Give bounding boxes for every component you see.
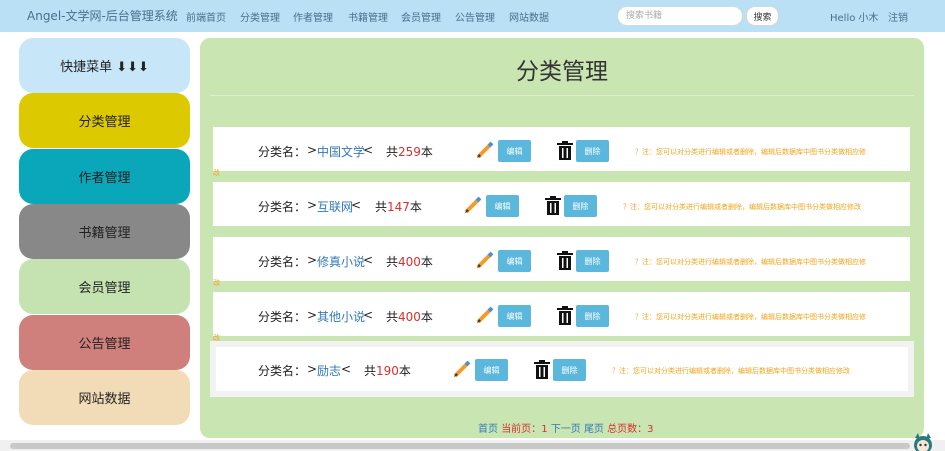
sidebar-item-label: 分类管理 (78, 115, 131, 130)
prefix-symbol: > (307, 198, 318, 212)
delete-button[interactable]: 删除 (576, 250, 609, 272)
edit-button[interactable]: 编辑 (498, 305, 531, 327)
book-count: 共400本 (386, 255, 433, 269)
prefix-symbol: > (307, 143, 318, 157)
trash-icon[interactable] (556, 251, 574, 270)
sidebar-item-label: 快捷菜单 ⬇⬇⬇ (60, 60, 149, 75)
delete-button[interactable]: 删除 (564, 195, 597, 217)
sidebar-item-label: 网站数据 (78, 392, 131, 407)
nav-link-category[interactable]: 分类管理 (240, 9, 280, 24)
edit-button[interactable]: 编辑 (498, 250, 531, 272)
sidebar-item-label: 公告管理 (78, 337, 131, 352)
trash-icon[interactable] (556, 306, 574, 325)
pencil-icon (464, 196, 482, 214)
pager-next[interactable]: 下一页 (551, 424, 581, 435)
delete-button[interactable]: 删除 (553, 359, 586, 381)
delete-button[interactable]: 删除 (576, 305, 609, 327)
logout-link[interactable]: 注销 (888, 9, 908, 24)
suffix-symbol: < (363, 253, 374, 267)
search-input[interactable] (617, 6, 743, 26)
edit-button[interactable]: 编辑 (475, 359, 508, 381)
note-text: ？注：您可以对分类进行编辑或者删除，编辑后数据库中图书分类做相应修 (635, 148, 866, 156)
sidebar-item-label: 会员管理 (78, 281, 131, 296)
pager-last[interactable]: 尾页 (584, 424, 604, 435)
prefix-symbol: > (307, 362, 318, 376)
category-row-hover: 分类名： > 励志 < 共190本 编辑 删除 ？注：您可以对分类进行编辑或者删… (210, 341, 914, 397)
nav-link-frontend-home[interactable]: 前端首页 (186, 9, 226, 24)
book-count: 共147本 (375, 200, 422, 214)
pager-current: 1 (541, 424, 548, 435)
pencil-icon (476, 141, 494, 159)
category-name[interactable]: 其他小说 (317, 308, 365, 325)
pagination: 首页 当前页：1 下一页 尾页 总页数：3 (478, 420, 654, 435)
trash-icon[interactable] (533, 360, 551, 379)
pager-total: 3 (647, 424, 654, 435)
pager-current-label: 当前页： (501, 424, 542, 435)
edit-button[interactable]: 编辑 (486, 195, 519, 217)
suffix-symbol: < (363, 143, 374, 157)
suffix-symbol: < (351, 198, 362, 212)
note-text: ？注：您可以对分类进行编辑或者删除，编辑后数据库中图书分类做相应修 (635, 313, 866, 321)
sidebar-item-category[interactable]: 分类管理 (19, 93, 190, 148)
user-greeting: Hello 小木 (830, 13, 879, 24)
trash-icon[interactable] (544, 196, 562, 215)
pencil-icon (476, 306, 494, 324)
category-label: 分类名： (258, 255, 307, 269)
category-name[interactable]: 励志 (317, 362, 341, 379)
category-label: 分类名： (258, 200, 307, 214)
pencil-icon (453, 360, 471, 378)
note-text: ？注：您可以对分类进行编辑或者删除，编辑后数据库中图书分类做相应修改 (612, 367, 850, 375)
category-row: 分类名： > 修真小说 < 共400本 编辑 删除 ？注：您可以对分类进行编辑或… (213, 237, 910, 281)
category-row: 分类名： > 中国文学 < 共259本 编辑 删除 ？注：您可以对分类进行编辑或… (213, 127, 910, 171)
sidebar-item-members[interactable]: 会员管理 (19, 259, 190, 314)
sidebar-item-notices[interactable]: 公告管理 (19, 315, 190, 370)
category-row: 分类名： > 其他小说 < 共400本 编辑 删除 ？注：您可以对分类进行编辑或… (213, 292, 910, 336)
brand-title[interactable]: Angel-文学网-后台管理系统 (27, 7, 178, 24)
title-divider (210, 95, 914, 96)
pager-total-label: 总页数： (607, 424, 648, 435)
note-text-wrap: 改 (213, 279, 220, 287)
nav-link-books[interactable]: 书籍管理 (348, 9, 388, 24)
book-count: 共190本 (364, 364, 411, 378)
note-text: ？注：您可以对分类进行编辑或者删除，编辑后数据库中图书分类做相应修 (635, 258, 866, 266)
edit-button[interactable]: 编辑 (498, 140, 531, 162)
category-label: 分类名： (258, 145, 307, 159)
note-text: ？注：您可以对分类进行编辑或者删除，编辑后数据库中图书分类做相应修改 (623, 203, 861, 211)
category-row: 分类名： > 互联网 < 共147本 编辑 删除 ？注：您可以对分类进行编辑或者… (213, 182, 910, 226)
suffix-symbol: < (363, 308, 374, 322)
scrollbar-thumb[interactable] (10, 443, 910, 449)
book-count: 共259本 (386, 145, 433, 159)
prefix-symbol: > (307, 253, 318, 267)
category-name[interactable]: 中国文学 (317, 143, 365, 160)
search-button[interactable]: 搜索 (746, 6, 779, 26)
delete-button[interactable]: 删除 (576, 140, 609, 162)
sidebar-quick-menu[interactable]: 快捷菜单 ⬇⬇⬇ (19, 38, 190, 93)
page-title: 分类管理 (516, 59, 608, 85)
nav-link-site-data[interactable]: 网站数据 (509, 9, 549, 24)
nav-link-notices[interactable]: 公告管理 (455, 9, 495, 24)
pager-first[interactable]: 首页 (478, 424, 498, 435)
nav-link-members[interactable]: 会员管理 (401, 9, 441, 24)
prefix-symbol: > (307, 308, 318, 322)
note-text-wrap: 改 (213, 169, 220, 177)
category-name[interactable]: 修真小说 (317, 253, 365, 270)
category-label: 分类名： (258, 310, 307, 324)
category-label: 分类名： (258, 364, 307, 378)
sidebar-item-books[interactable]: 书籍管理 (19, 204, 190, 259)
mascot-icon (914, 433, 932, 451)
trash-icon[interactable] (556, 141, 574, 160)
sidebar-item-label: 作者管理 (78, 171, 131, 186)
book-count: 共400本 (386, 310, 433, 324)
sidebar-item-site-data[interactable]: 网站数据 (19, 370, 190, 425)
suffix-symbol: < (341, 362, 352, 376)
pencil-icon (476, 251, 494, 269)
nav-link-author[interactable]: 作者管理 (293, 9, 333, 24)
category-name[interactable]: 互联网 (317, 198, 353, 215)
sidebar-item-author[interactable]: 作者管理 (19, 149, 190, 204)
sidebar-item-label: 书籍管理 (78, 226, 131, 241)
